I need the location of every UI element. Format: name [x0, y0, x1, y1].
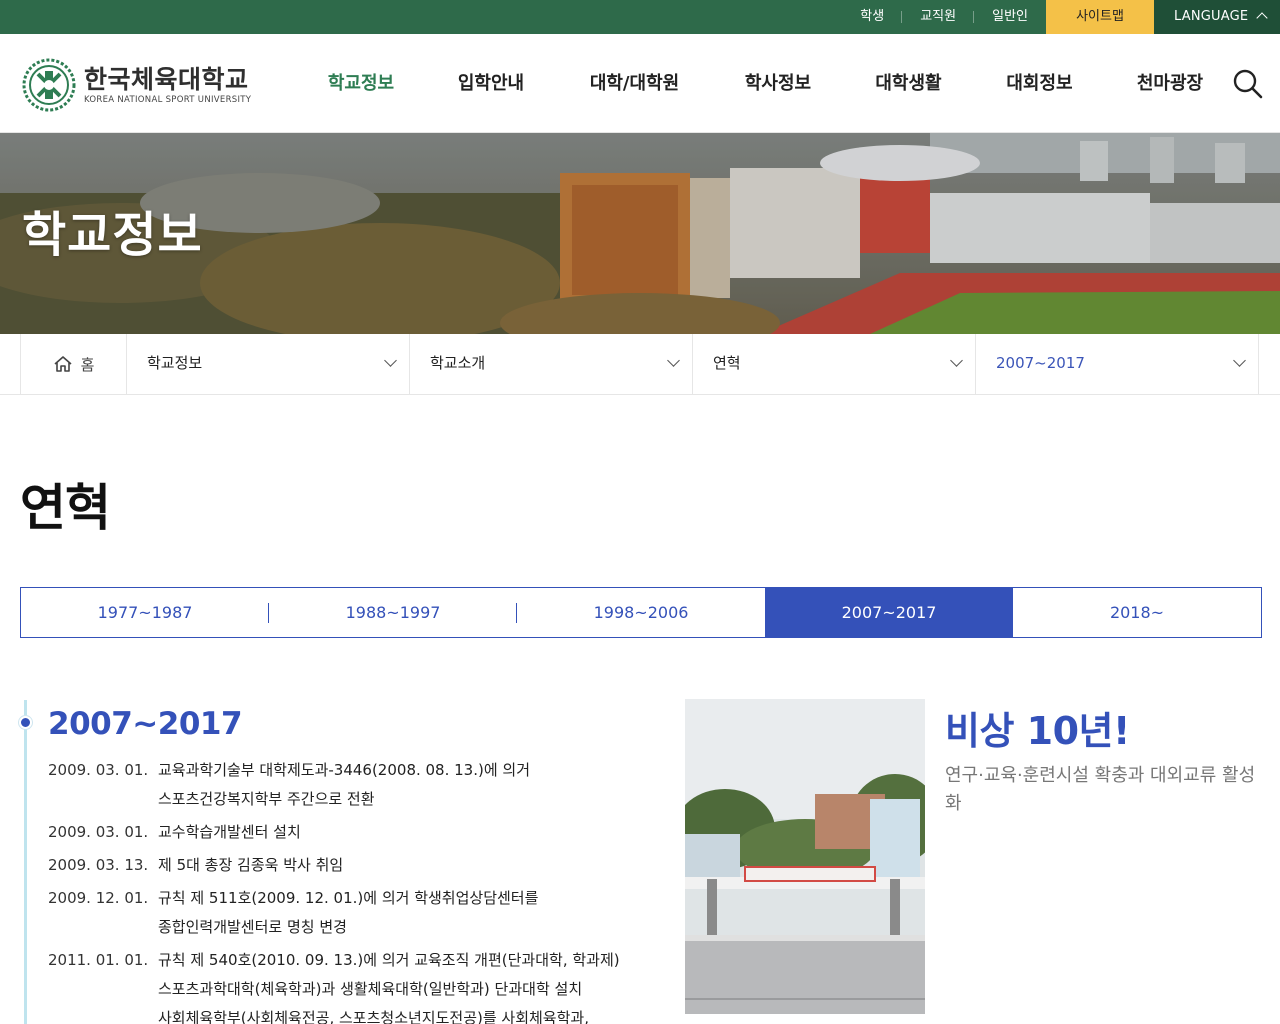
event-line: 종합인력개발센터로 명칭 변경 [158, 918, 347, 936]
gnb-item-plaza[interactable]: 천마광장 [1105, 34, 1235, 133]
event-line: 규칙 제 540호(2010. 09. 13.)에 의거 교육조직 개편(단과대… [158, 951, 620, 969]
history-event-list: 2009. 03. 01. 교육과학기술부 대학제도과-3446(2008. 0… [48, 756, 648, 1024]
home-icon [54, 356, 72, 372]
tab-1998-2006[interactable]: 1998~2006 [517, 588, 765, 637]
event-date: 2009. 03. 13. [48, 856, 149, 874]
breadcrumb-depth3-label: 연혁 [713, 354, 741, 372]
logo-english-name: KOREA NATIONAL SPORT UNIVERSITY [84, 94, 252, 105]
language-label: LANGUAGE [1174, 9, 1249, 24]
chevron-down-icon [950, 354, 963, 367]
tab-1988-1997[interactable]: 1988~1997 [269, 588, 517, 637]
sub-visual-banner: 학교정보 [0, 133, 1280, 334]
tab-2018[interactable]: 2018~ [1013, 588, 1261, 637]
chevron-down-icon [384, 354, 397, 367]
event-date: 2009. 03. 01. [48, 823, 149, 841]
event-date: 2009. 12. 01. [48, 889, 149, 907]
chevron-down-icon [1233, 354, 1246, 367]
campus-gate-photo [685, 699, 925, 1014]
banner-title: 학교정보 [22, 207, 203, 263]
search-icon [1233, 69, 1263, 99]
event-line: 사회체육학부(사회체육전공, 스포츠청소년지도전공)를 사회체육학과, [158, 1009, 589, 1024]
event-line: 스포츠건강복지학부 주간으로 전환 [158, 790, 375, 808]
event-description: 규칙 제 540호(2010. 09. 13.)에 의거 교육조직 개편(단과대… [158, 946, 620, 1024]
util-link-public[interactable]: 일반인 [974, 0, 1046, 34]
event-line: 교육과학기술부 대학제도과-3446(2008. 08. 13.)에 의거 [158, 761, 531, 779]
gnb-item-school-info[interactable]: 학교정보 [296, 34, 426, 133]
gnb-item-admission[interactable]: 입학안내 [426, 34, 556, 133]
event-description: 교수학습개발센터 설치 [158, 818, 301, 847]
sitemap-button[interactable]: 사이트맵 [1046, 0, 1154, 34]
logo-korean-name: 한국체육대학교 [84, 64, 249, 94]
history-event: 2009. 03. 01. 교수학습개발센터 설치 [48, 818, 648, 847]
history-era-tabs: 1977~1987 1988~1997 1998~2006 2007~2017 … [20, 587, 1262, 638]
breadcrumb-depth4-label: 2007~2017 [996, 354, 1085, 372]
university-emblem-icon [22, 58, 76, 112]
top-utility-bar: 학생 교직원 일반인 사이트맵 LANGUAGE [0, 0, 1280, 34]
event-date: 2009. 03. 01. [48, 761, 149, 779]
breadcrumb-dropdown-depth3[interactable]: 연혁 [693, 334, 976, 394]
timeline-line [24, 700, 27, 1024]
breadcrumb: 홈 학교정보 학교소개 연혁 2007~2017 [0, 334, 1280, 395]
era-title: 2007~2017 [48, 706, 243, 742]
era-slogan-description: 연구·교육·훈련시설 확충과 대외교류 활성화 [945, 765, 1256, 814]
event-description: 교육과학기술부 대학제도과-3446(2008. 08. 13.)에 의거 스포… [158, 756, 530, 814]
event-description: 규칙 제 511호(2009. 12. 01.)에 의거 학생취업상담센터를 종… [158, 884, 538, 942]
event-line: 규칙 제 511호(2009. 12. 01.)에 의거 학생취업상담센터를 [158, 889, 539, 907]
history-event: 2011. 01. 01. 규칙 제 540호(2010. 09. 13.)에 … [48, 946, 648, 1024]
history-event: 2009. 03. 13. 제 5대 총장 김종욱 박사 취임 [48, 851, 648, 880]
event-line: 제 5대 총장 김종욱 박사 취임 [158, 856, 344, 874]
era-slogan: 비상 10년! [945, 709, 1130, 753]
chevron-up-icon [1256, 12, 1268, 24]
site-header: 한국체육대학교 KOREA NATIONAL SPORT UNIVERSITY … [0, 34, 1280, 133]
history-event: 2009. 12. 01. 규칙 제 511호(2009. 12. 01.)에 … [48, 884, 648, 942]
history-event: 2009. 03. 01. 교육과학기술부 대학제도과-3446(2008. 0… [48, 756, 648, 814]
site-logo[interactable]: 한국체육대학교 KOREA NATIONAL SPORT UNIVERSITY [22, 58, 251, 112]
timeline-dot [19, 716, 32, 729]
utility-links: 학생 교직원 일반인 사이트맵 LANGUAGE [842, 0, 1280, 34]
chevron-down-icon [667, 354, 680, 367]
breadcrumb-depth2-label: 학교소개 [430, 354, 486, 372]
event-date: 2011. 01. 01. [48, 951, 149, 969]
event-description: 제 5대 총장 김종욱 박사 취임 [158, 851, 343, 880]
gnb-item-competition[interactable]: 대회정보 [974, 34, 1105, 133]
breadcrumb-home-label: 홈 [80, 355, 95, 374]
breadcrumb-dropdown-depth2[interactable]: 학교소개 [410, 334, 693, 394]
search-button[interactable] [1232, 68, 1264, 100]
gnb-item-academic[interactable]: 학사정보 [713, 34, 843, 133]
breadcrumb-depth1-label: 학교정보 [147, 354, 203, 372]
gnb-item-college[interactable]: 대학/대학원 [556, 34, 713, 133]
logo-text: 한국체육대학교 KOREA NATIONAL SPORT UNIVERSITY [84, 64, 252, 105]
tab-2007-2017[interactable]: 2007~2017 [765, 588, 1013, 637]
breadcrumb-home[interactable]: 홈 [20, 334, 127, 394]
event-line: 스포츠과학대학(체육학과)과 생활체육대학(일반학과) 단과대학 설치 [158, 980, 583, 998]
util-link-student[interactable]: 학생 [842, 0, 903, 34]
language-button[interactable]: LANGUAGE [1154, 0, 1280, 34]
breadcrumb-dropdown-depth4[interactable]: 2007~2017 [976, 334, 1259, 394]
campus-gate-image [685, 699, 925, 1014]
util-link-staff[interactable]: 교직원 [902, 0, 975, 34]
tab-1977-1987[interactable]: 1977~1987 [21, 588, 269, 637]
gnb-item-campus-life[interactable]: 대학생활 [843, 34, 974, 133]
event-line: 교수학습개발센터 설치 [158, 823, 301, 841]
breadcrumb-dropdown-depth1[interactable]: 학교정보 [127, 334, 410, 394]
page-title: 연혁 [20, 479, 111, 537]
main-navigation: 학교정보 입학안내 대학/대학원 학사정보 대학생활 대회정보 천마광장 [296, 34, 1235, 133]
